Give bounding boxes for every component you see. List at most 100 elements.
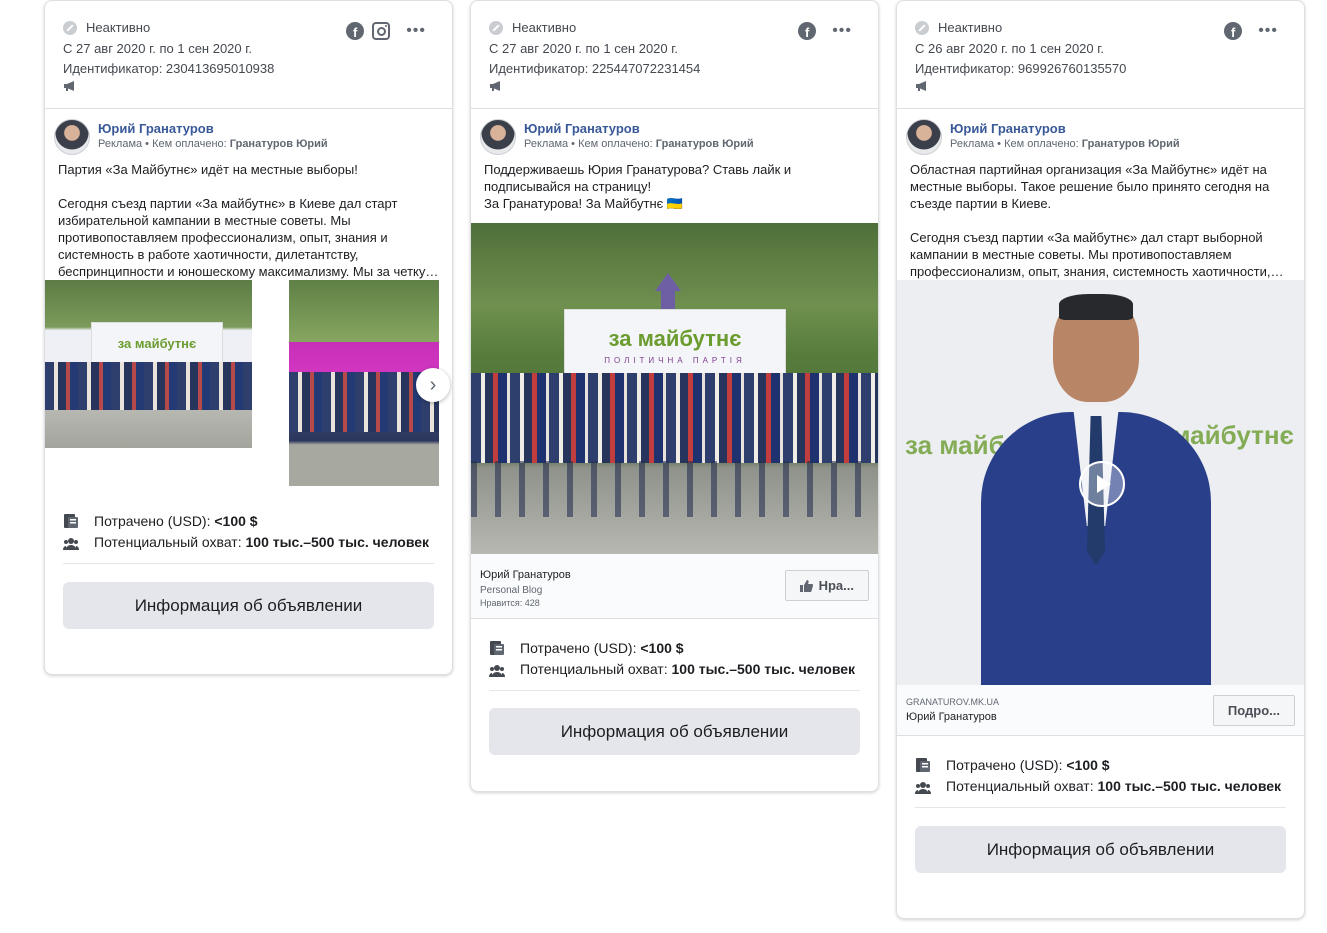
reach-label: Потенциальный охват: [946,778,1094,794]
sponsored-line: Реклама • Кем оплачено: Гранатуров Юрий [98,138,328,150]
ad-body-text: Партия «За Майбутнє» идёт на местные выб… [58,162,439,279]
facebook-icon: f [798,22,817,40]
ad-card-3: Неактивно С 26 авг 2020 г. по 1 сен 2020… [896,0,1305,919]
like-page-label: Нра... [818,578,854,593]
inactive-icon [489,20,503,35]
spent-row: Потрачено (USD): <100 $ [915,756,1286,774]
ad-video[interactable]: за майбутнє за майбутнє [897,280,1304,685]
play-icon[interactable] [1079,461,1125,507]
ad-info-button[interactable]: Информация об объявлении [63,582,434,629]
ad-dates: С 26 авг 2020 г. по 1 сен 2020 г. [915,41,1105,56]
paid-by-name: Гранатуров Юрий [229,138,328,150]
reach-row: Потенциальный охват: 100 тыс.–500 тыс. ч… [915,777,1286,795]
status: Неактивно [915,20,1002,35]
people-icon [63,538,79,550]
instagram-icon [372,22,391,40]
page-name-link[interactable]: Юрий Гранатуров [524,121,640,136]
more-icon[interactable]: ••• [1258,23,1278,39]
reach-row: Потенциальный охват: 100 тыс.–500 тыс. ч… [489,660,860,678]
reach-value: 100 тыс.–500 тыс. человек [1097,778,1282,794]
page-name-link[interactable]: Юрий Гранатуров [98,121,214,136]
page-name-link[interactable]: Юрий Гранатуров [950,121,1066,136]
ad-card-header: Неактивно С 27 авг 2020 г. по 1 сен 2020… [471,1,878,109]
learn-more-button[interactable]: Подро... [1212,695,1295,726]
link-category: Personal Blog [480,585,543,596]
ad-dates: С 27 авг 2020 г. по 1 сен 2020 г. [489,41,679,56]
paid-by-name: Гранатуров Юрий [655,138,754,150]
carousel[interactable]: за майбутнє › [45,280,452,490]
spent-label: Потрачено (USD): [94,513,211,529]
like-page-button[interactable]: Нра... [784,570,869,601]
link-page-name: Юрий Гранатуров [906,711,997,723]
ad-label: Реклама [98,138,143,150]
avatar[interactable] [906,119,942,155]
megaphone-icon [916,81,926,91]
money-icon [490,641,504,655]
status-label: Неактивно [86,20,151,35]
money-icon [64,514,78,528]
link-footer[interactable]: Юрий Гранатуров Personal Blog Нравится: … [471,554,878,619]
ad-card-header: Неактивно С 27 авг 2020 г. по 1 сен 2020… [45,1,452,109]
reach-value: 100 тыс.–500 тыс. человек [671,661,856,677]
megaphone-icon [64,81,74,91]
ad-image[interactable]: за майбутнє ПОЛІТИЧНА ПАРТІЯ [471,223,878,554]
ad-id: Идентификатор: 230413695010938 [63,61,275,76]
link-domain: GRANATUROV.MK.UA [906,697,1000,707]
chevron-right-icon[interactable]: › [416,368,450,402]
banner-sub: ПОЛІТИЧНА ПАРТІЯ [604,355,746,365]
inactive-icon [915,20,929,35]
avatar[interactable] [54,119,90,155]
spent-value: <100 $ [640,640,684,656]
spent-row: Потрачено (USD): <100 $ [63,512,434,530]
link-page-name: Юрий Гранатуров [480,569,571,581]
more-icon[interactable]: ••• [406,23,426,39]
ad-page-header: Юрий Гранатуров Реклама • Кем оплачено: … [45,109,452,161]
link-footer[interactable]: GRANATUROV.MK.UA Юрий Гранатуров Подро..… [897,685,1304,736]
ad-info-button[interactable]: Информация об объявлении [915,826,1286,873]
event-banner: за майбутнє ПОЛІТИЧНА ПАРТІЯ [564,309,786,381]
people-icon [915,782,931,794]
paid-by-label: Кем оплачено: [578,138,653,150]
banner-brand: за майбутнє [608,325,742,351]
ad-label: Реклама [524,138,569,150]
carousel-image-1[interactable]: за майбутнє [45,280,252,448]
reach-row: Потенциальный охват: 100 тыс.–500 тыс. ч… [63,533,434,551]
ad-card-1: Неактивно С 27 авг 2020 г. по 1 сен 2020… [44,0,453,675]
ad-label: Реклама [950,138,995,150]
ad-page-header: Юрий Гранатуров Реклама • Кем оплачено: … [897,109,1304,161]
banner-text: за майбутнє [117,335,197,351]
ad-id: Идентификатор: 969926760135570 [915,61,1127,76]
reach-label: Потенциальный охват: [520,661,668,677]
more-icon[interactable]: ••• [832,23,852,39]
status-label: Неактивно [512,20,577,35]
status-label: Неактивно [938,20,1003,35]
ad-body-text: Поддерживаешь Юрия Гранатурова? Ставь ла… [484,162,792,211]
ad-dates: С 27 авг 2020 г. по 1 сен 2020 г. [63,41,253,56]
status: Неактивно [63,20,150,35]
avatar[interactable] [480,119,516,155]
spent-value: <100 $ [214,513,258,529]
spent-row: Потрачено (USD): <100 $ [489,639,860,657]
thumbs-up-icon [799,579,813,592]
people-icon [489,665,505,677]
reach-label: Потенциальный охват: [94,534,242,550]
reach-value: 100 тыс.–500 тыс. человек [245,534,430,550]
megaphone-icon [490,81,500,91]
status: Неактивно [489,20,576,35]
paid-by-label: Кем оплачено: [1004,138,1079,150]
facebook-icon: f [346,22,365,40]
ad-card-header: Неактивно С 26 авг 2020 г. по 1 сен 2020… [897,1,1304,109]
ad-page-header: Юрий Гранатуров Реклама • Кем оплачено: … [471,109,878,161]
ad-info-button[interactable]: Информация об объявлении [489,708,860,755]
spent-label: Потрачено (USD): [520,640,637,656]
ad-body-text: Областная партийная организация «За Майб… [910,162,1284,279]
facebook-icon: f [1224,22,1243,40]
inactive-icon [63,20,77,35]
spent-value: <100 $ [1066,757,1110,773]
sponsored-line: Реклама • Кем оплачено: Гранатуров Юрий [950,138,1180,150]
sponsored-line: Реклама • Кем оплачено: Гранатуров Юрий [524,138,754,150]
paid-by-name: Гранатуров Юрий [1081,138,1180,150]
money-icon [916,758,930,772]
link-likes: Нравится: 428 [480,598,540,608]
ad-id: Идентификатор: 225447072231454 [489,61,701,76]
